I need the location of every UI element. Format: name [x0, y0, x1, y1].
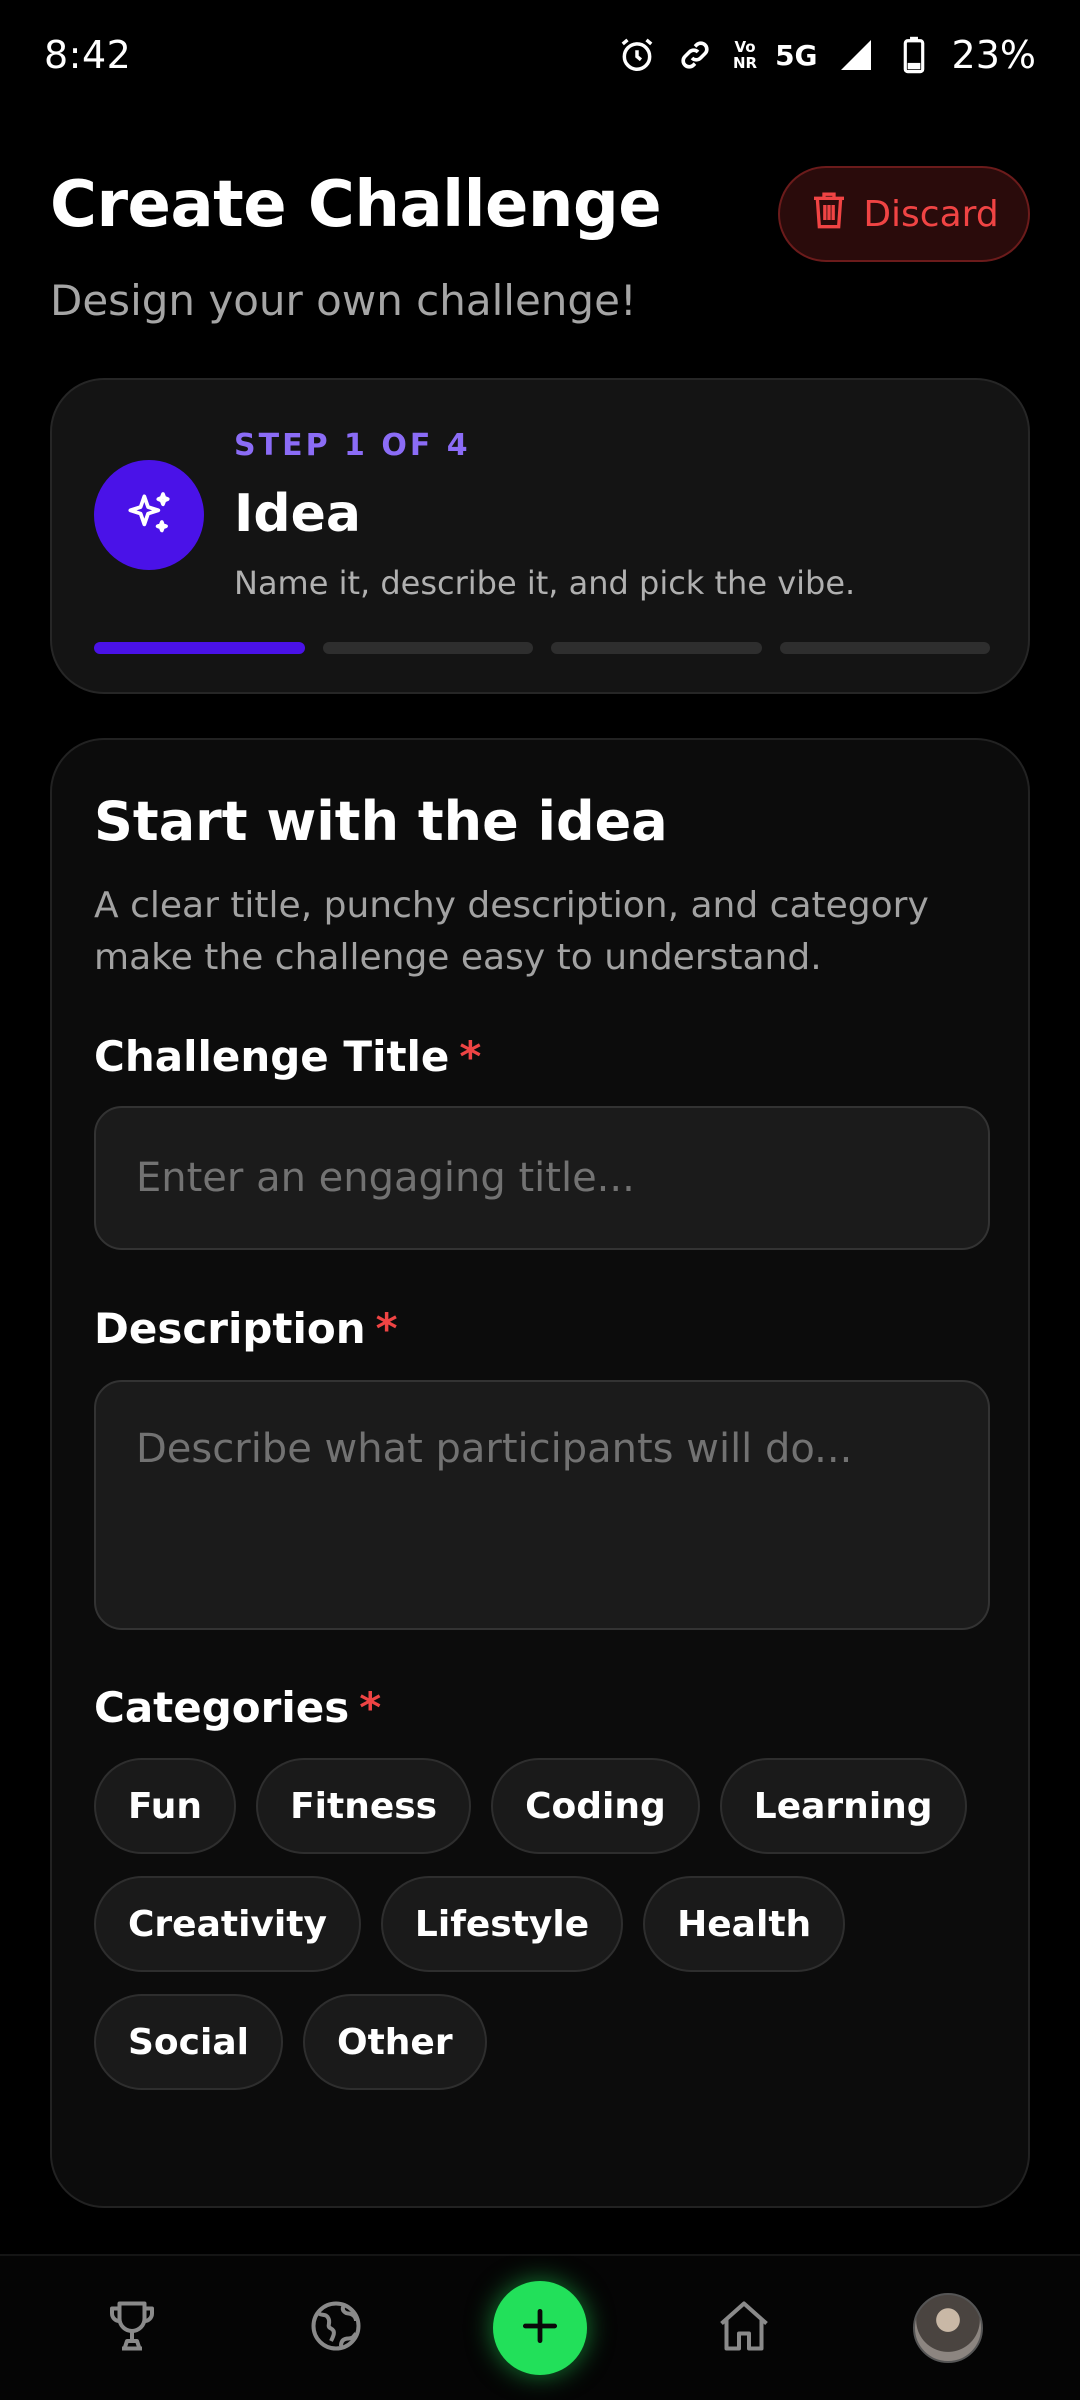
- nav-home[interactable]: [694, 2278, 794, 2378]
- step-label: STEP 1 OF 4: [234, 428, 471, 463]
- description-label: Description *: [94, 1304, 398, 1353]
- avatar: [913, 2293, 983, 2363]
- signal-icon: [836, 35, 876, 75]
- status-bar: 8:42 Vo NR 5G 23%: [0, 0, 1080, 110]
- form-description: A clear title, punchy description, and c…: [94, 885, 929, 978]
- challenge-title-label: Challenge Title *: [94, 1032, 482, 1081]
- globe-icon: [306, 2296, 366, 2360]
- add-button[interactable]: [493, 2281, 587, 2375]
- form-title: Start with the idea: [94, 790, 668, 853]
- add-icon: [518, 2304, 562, 2352]
- category-chip-social[interactable]: Social: [94, 1994, 283, 2090]
- category-chip-creativity[interactable]: Creativity: [94, 1876, 361, 1972]
- category-chip-other[interactable]: Other: [302, 1994, 487, 2090]
- categories-label: Categories *: [94, 1683, 382, 1732]
- required-mark: *: [375, 1304, 398, 1353]
- step-description: Name it, describe it, and pick the vibe.: [234, 564, 856, 602]
- volte-indicator: Vo NR: [732, 38, 758, 72]
- discard-button[interactable]: Discard: [778, 166, 1030, 262]
- category-chip-lifestyle[interactable]: Lifestyle: [380, 1876, 624, 1972]
- form-card: Start with the idea A clear title, punch…: [50, 738, 1030, 2208]
- bottom-nav: [0, 2254, 1080, 2400]
- nav-create[interactable]: [490, 2278, 590, 2378]
- home-icon: [714, 2296, 774, 2360]
- battery-level: 23%: [951, 33, 1036, 77]
- nav-challenges[interactable]: [82, 2278, 182, 2378]
- step-card: STEP 1 OF 4 Idea Name it, describe it, a…: [50, 378, 1030, 694]
- step-name: Idea: [234, 484, 361, 544]
- category-chips: Fun Fitness Coding Learning Creativity Lifest…: [94, 1758, 994, 2090]
- page-subtitle: Design your own challenge!: [50, 276, 637, 325]
- progress-segment: [779, 642, 990, 654]
- challenge-title-input[interactable]: [94, 1106, 990, 1250]
- category-chip-learning[interactable]: Learning: [719, 1758, 967, 1854]
- required-mark: *: [359, 1683, 382, 1732]
- sparkles-icon: [94, 460, 204, 570]
- progress-segment: [94, 642, 305, 654]
- battery-icon: [894, 35, 934, 75]
- link-icon: [675, 35, 715, 75]
- progress-segment: [322, 642, 533, 654]
- status-time: 8:42: [44, 33, 132, 77]
- progress-segment: [551, 642, 762, 654]
- required-mark: *: [459, 1032, 482, 1081]
- nav-explore[interactable]: [286, 2278, 386, 2378]
- category-chip-coding[interactable]: Coding: [491, 1758, 700, 1854]
- category-chip-health[interactable]: Health: [643, 1876, 846, 1972]
- trash-icon: [809, 188, 849, 241]
- alarm-icon: [617, 35, 657, 75]
- discard-label: Discard: [863, 193, 999, 235]
- category-chip-fitness[interactable]: Fitness: [256, 1758, 472, 1854]
- step-progress: [94, 642, 990, 654]
- trophy-icon: [102, 2296, 162, 2360]
- status-icons: Vo NR 5G 23%: [617, 33, 1036, 77]
- nav-profile[interactable]: [898, 2278, 998, 2378]
- page-title: Create Challenge: [50, 168, 662, 242]
- description-input[interactable]: [94, 1380, 990, 1630]
- network-type: 5G: [775, 38, 818, 72]
- category-chip-fun[interactable]: Fun: [94, 1758, 237, 1854]
